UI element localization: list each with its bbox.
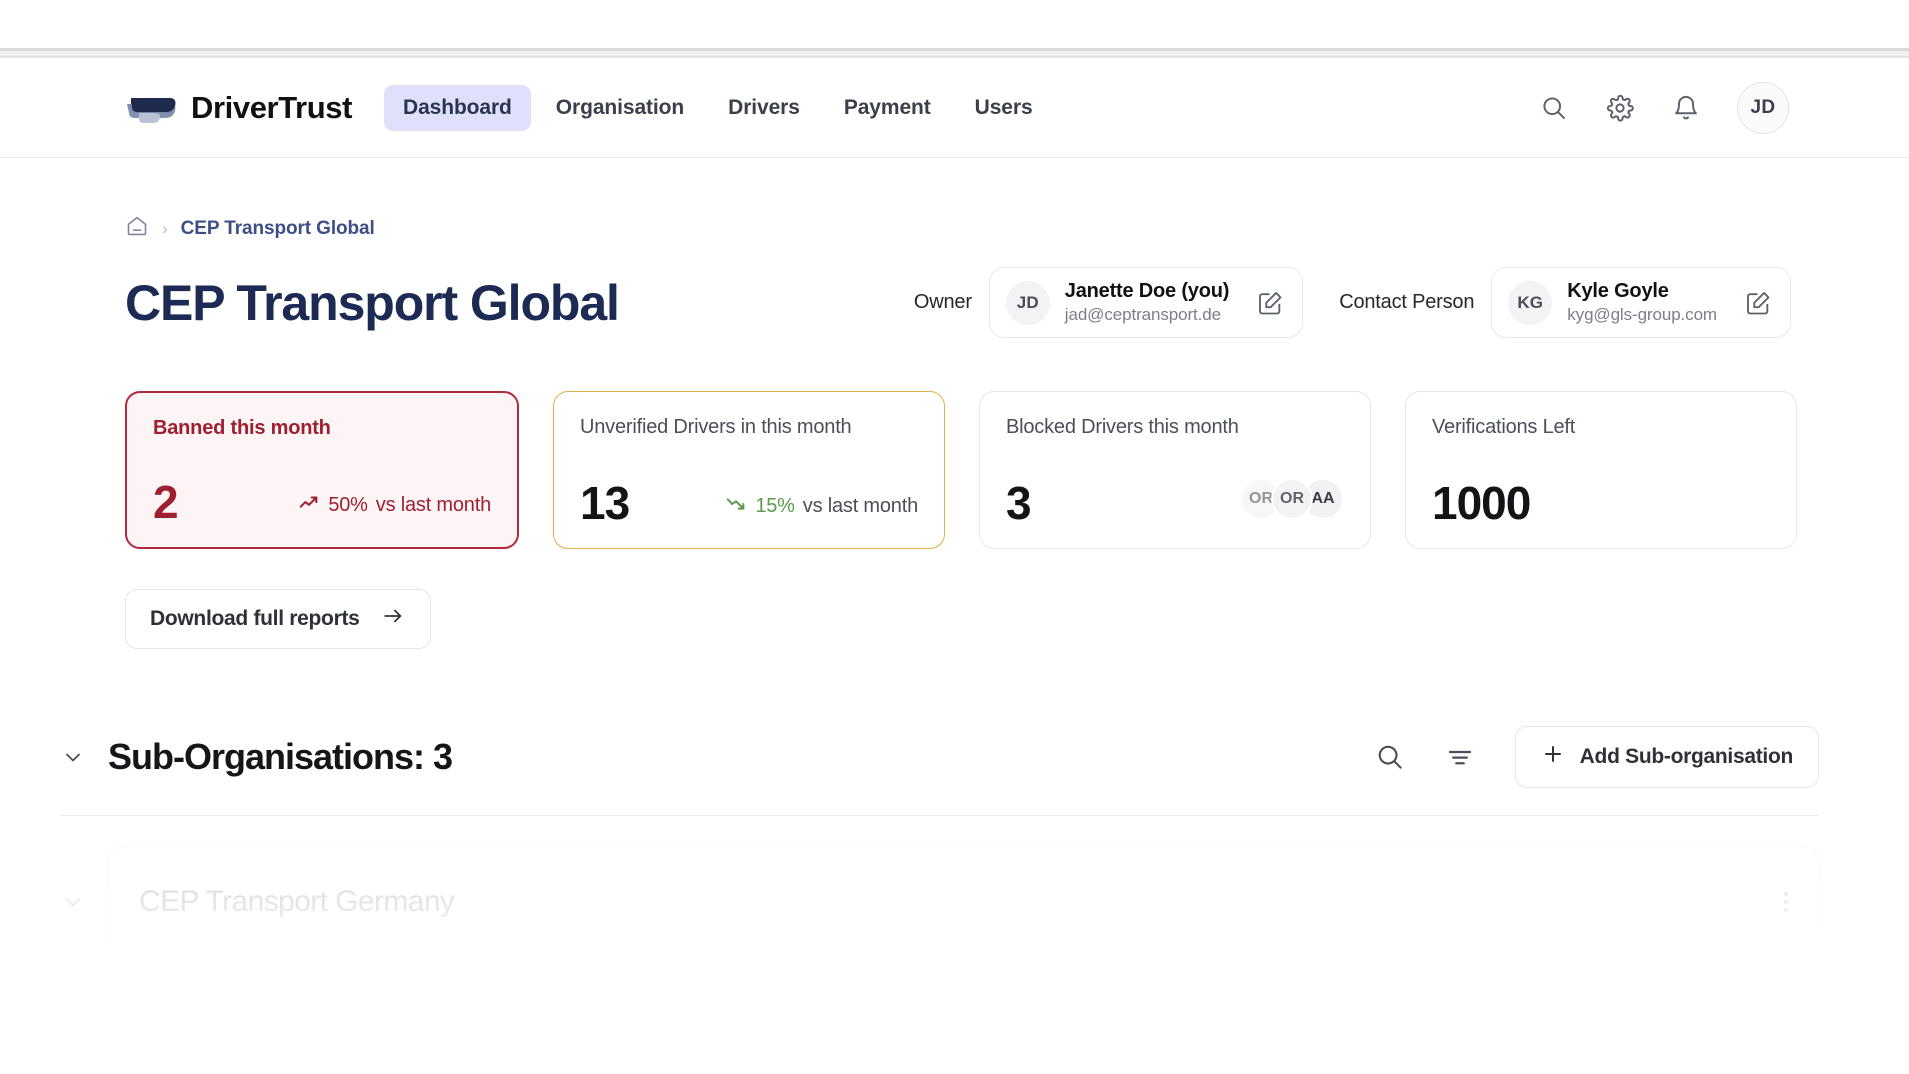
contact-avatar: KG (1508, 280, 1553, 325)
search-icon[interactable] (1375, 742, 1405, 772)
contact-email: kyg@gls-group.com (1567, 305, 1717, 324)
browser-chrome-top (0, 0, 1909, 48)
owner-avatar: JD (1005, 280, 1050, 325)
stat-value: 3 (1006, 477, 1032, 529)
stat-card-banned[interactable]: Banned this month 2 50% vs last month (125, 391, 519, 549)
brand[interactable]: DriverTrust (125, 90, 352, 126)
owner-name: Janette Doe (you) (1064, 280, 1230, 302)
search-icon[interactable] (1539, 93, 1569, 123)
stat-value: 13 (580, 477, 630, 529)
nav-item-organisation[interactable]: Organisation (537, 85, 703, 131)
chevron-down-icon[interactable] (60, 745, 86, 769)
stat-label: Unverified Drivers in this month (580, 416, 852, 438)
stat-trend-sub: vs last month (802, 495, 918, 517)
app-page: DriverTrust Dashboard Organisation Drive… (0, 0, 1909, 1074)
kebab-menu-icon[interactable] (1784, 892, 1788, 912)
contact-label: Contact Person (1339, 291, 1475, 313)
stat-label: Blocked Drivers this month (1006, 416, 1239, 438)
chevron-down-icon[interactable] (60, 890, 86, 914)
contact-card[interactable]: KG Kyle Goyle kyg@gls-group.com (1491, 267, 1791, 338)
stat-card-unverified[interactable]: Unverified Drivers in this month 13 15% … (553, 391, 945, 549)
list-item[interactable]: CEP Transport Germany (60, 846, 1819, 958)
bell-icon[interactable] (1671, 93, 1701, 123)
trend-down-icon (725, 493, 747, 520)
stat-trend-pct: 50% (328, 494, 368, 516)
stat-trend-sub: vs last month (375, 494, 491, 516)
avatar: OR (1271, 478, 1313, 520)
breadcrumb-separator: › (162, 218, 168, 238)
main-nav: Dashboard Organisation Drivers Payment U… (384, 84, 1052, 131)
stat-label: Banned this month (153, 417, 331, 439)
stat-label: Verifications Left (1432, 416, 1576, 438)
add-sub-organisation-button[interactable]: Add Sub-organisation (1514, 726, 1819, 788)
stat-trend: 50% vs last month (298, 492, 491, 525)
brand-name: DriverTrust (191, 89, 352, 125)
trend-up-icon (298, 492, 320, 519)
download-full-reports-button[interactable]: Download full reports (125, 589, 431, 649)
owner-label: Owner (913, 291, 972, 313)
stat-trend: 15% vs last month (725, 493, 918, 526)
breadcrumb-current[interactable]: CEP Transport Global (181, 218, 375, 240)
edit-pencil-icon[interactable] (1744, 289, 1772, 317)
app-header: DriverTrust Dashboard Organisation Drive… (0, 58, 1909, 158)
page-content: › CEP Transport Global CEP Transport Glo… (0, 158, 1909, 958)
contact-name: Kyle Goyle (1567, 280, 1669, 302)
arrow-right-icon (380, 605, 406, 633)
sub-organisations-title: Sub-Organisations: 3 (108, 736, 453, 777)
edit-pencil-icon[interactable] (1256, 289, 1284, 317)
home-icon[interactable] (125, 214, 149, 243)
nav-item-dashboard[interactable]: Dashboard (384, 84, 531, 131)
contact-group: Contact Person KG Kyle Goyle kyg@gls-gro… (1339, 267, 1791, 338)
header-actions: JD (1539, 81, 1789, 134)
stat-card-blocked[interactable]: Blocked Drivers this month 3 OR OR AA (979, 391, 1371, 549)
sub-organisations-actions: Add Sub-organisation (1375, 726, 1819, 788)
sub-organisation-card[interactable]: CEP Transport Germany (108, 846, 1819, 958)
owner-group: Owner JD Janette Doe (you) jad@ceptransp… (913, 267, 1304, 338)
sub-organisations-header: Sub-Organisations: 3 Add Sub-organisatio… (60, 726, 1819, 816)
stat-cards: Banned this month 2 50% vs last month Un… (125, 391, 1909, 549)
owner-card[interactable]: JD Janette Doe (you) jad@ceptransport.de (988, 267, 1304, 338)
owner-email: jad@ceptransport.de (1064, 305, 1221, 324)
stat-card-verifications[interactable]: Verifications Left 1000 (1405, 391, 1797, 549)
blocked-avatar-stack[interactable]: OR OR AA (1240, 478, 1344, 526)
title-row: CEP Transport Global Owner JD Janette Do… (125, 267, 1791, 338)
stat-value: 2 (153, 476, 179, 528)
nav-item-users[interactable]: Users (956, 85, 1052, 131)
stat-value: 1000 (1432, 477, 1531, 529)
avatar[interactable]: JD (1737, 81, 1789, 134)
breadcrumb: › CEP Transport Global (125, 214, 1909, 243)
swoosh-logo-icon (125, 90, 177, 126)
download-button-label: Download full reports (150, 607, 360, 630)
nav-item-payment[interactable]: Payment (825, 85, 950, 131)
plus-icon (1541, 742, 1565, 772)
gear-icon[interactable] (1605, 93, 1635, 123)
sub-organisation-name: CEP Transport Germany (139, 885, 455, 918)
nav-item-drivers[interactable]: Drivers (709, 85, 819, 131)
add-sub-organisation-label: Add Sub-organisation (1579, 745, 1794, 768)
filter-icon[interactable] (1445, 742, 1475, 772)
page-title: CEP Transport Global (125, 274, 620, 331)
stat-trend-pct: 15% (755, 495, 795, 517)
